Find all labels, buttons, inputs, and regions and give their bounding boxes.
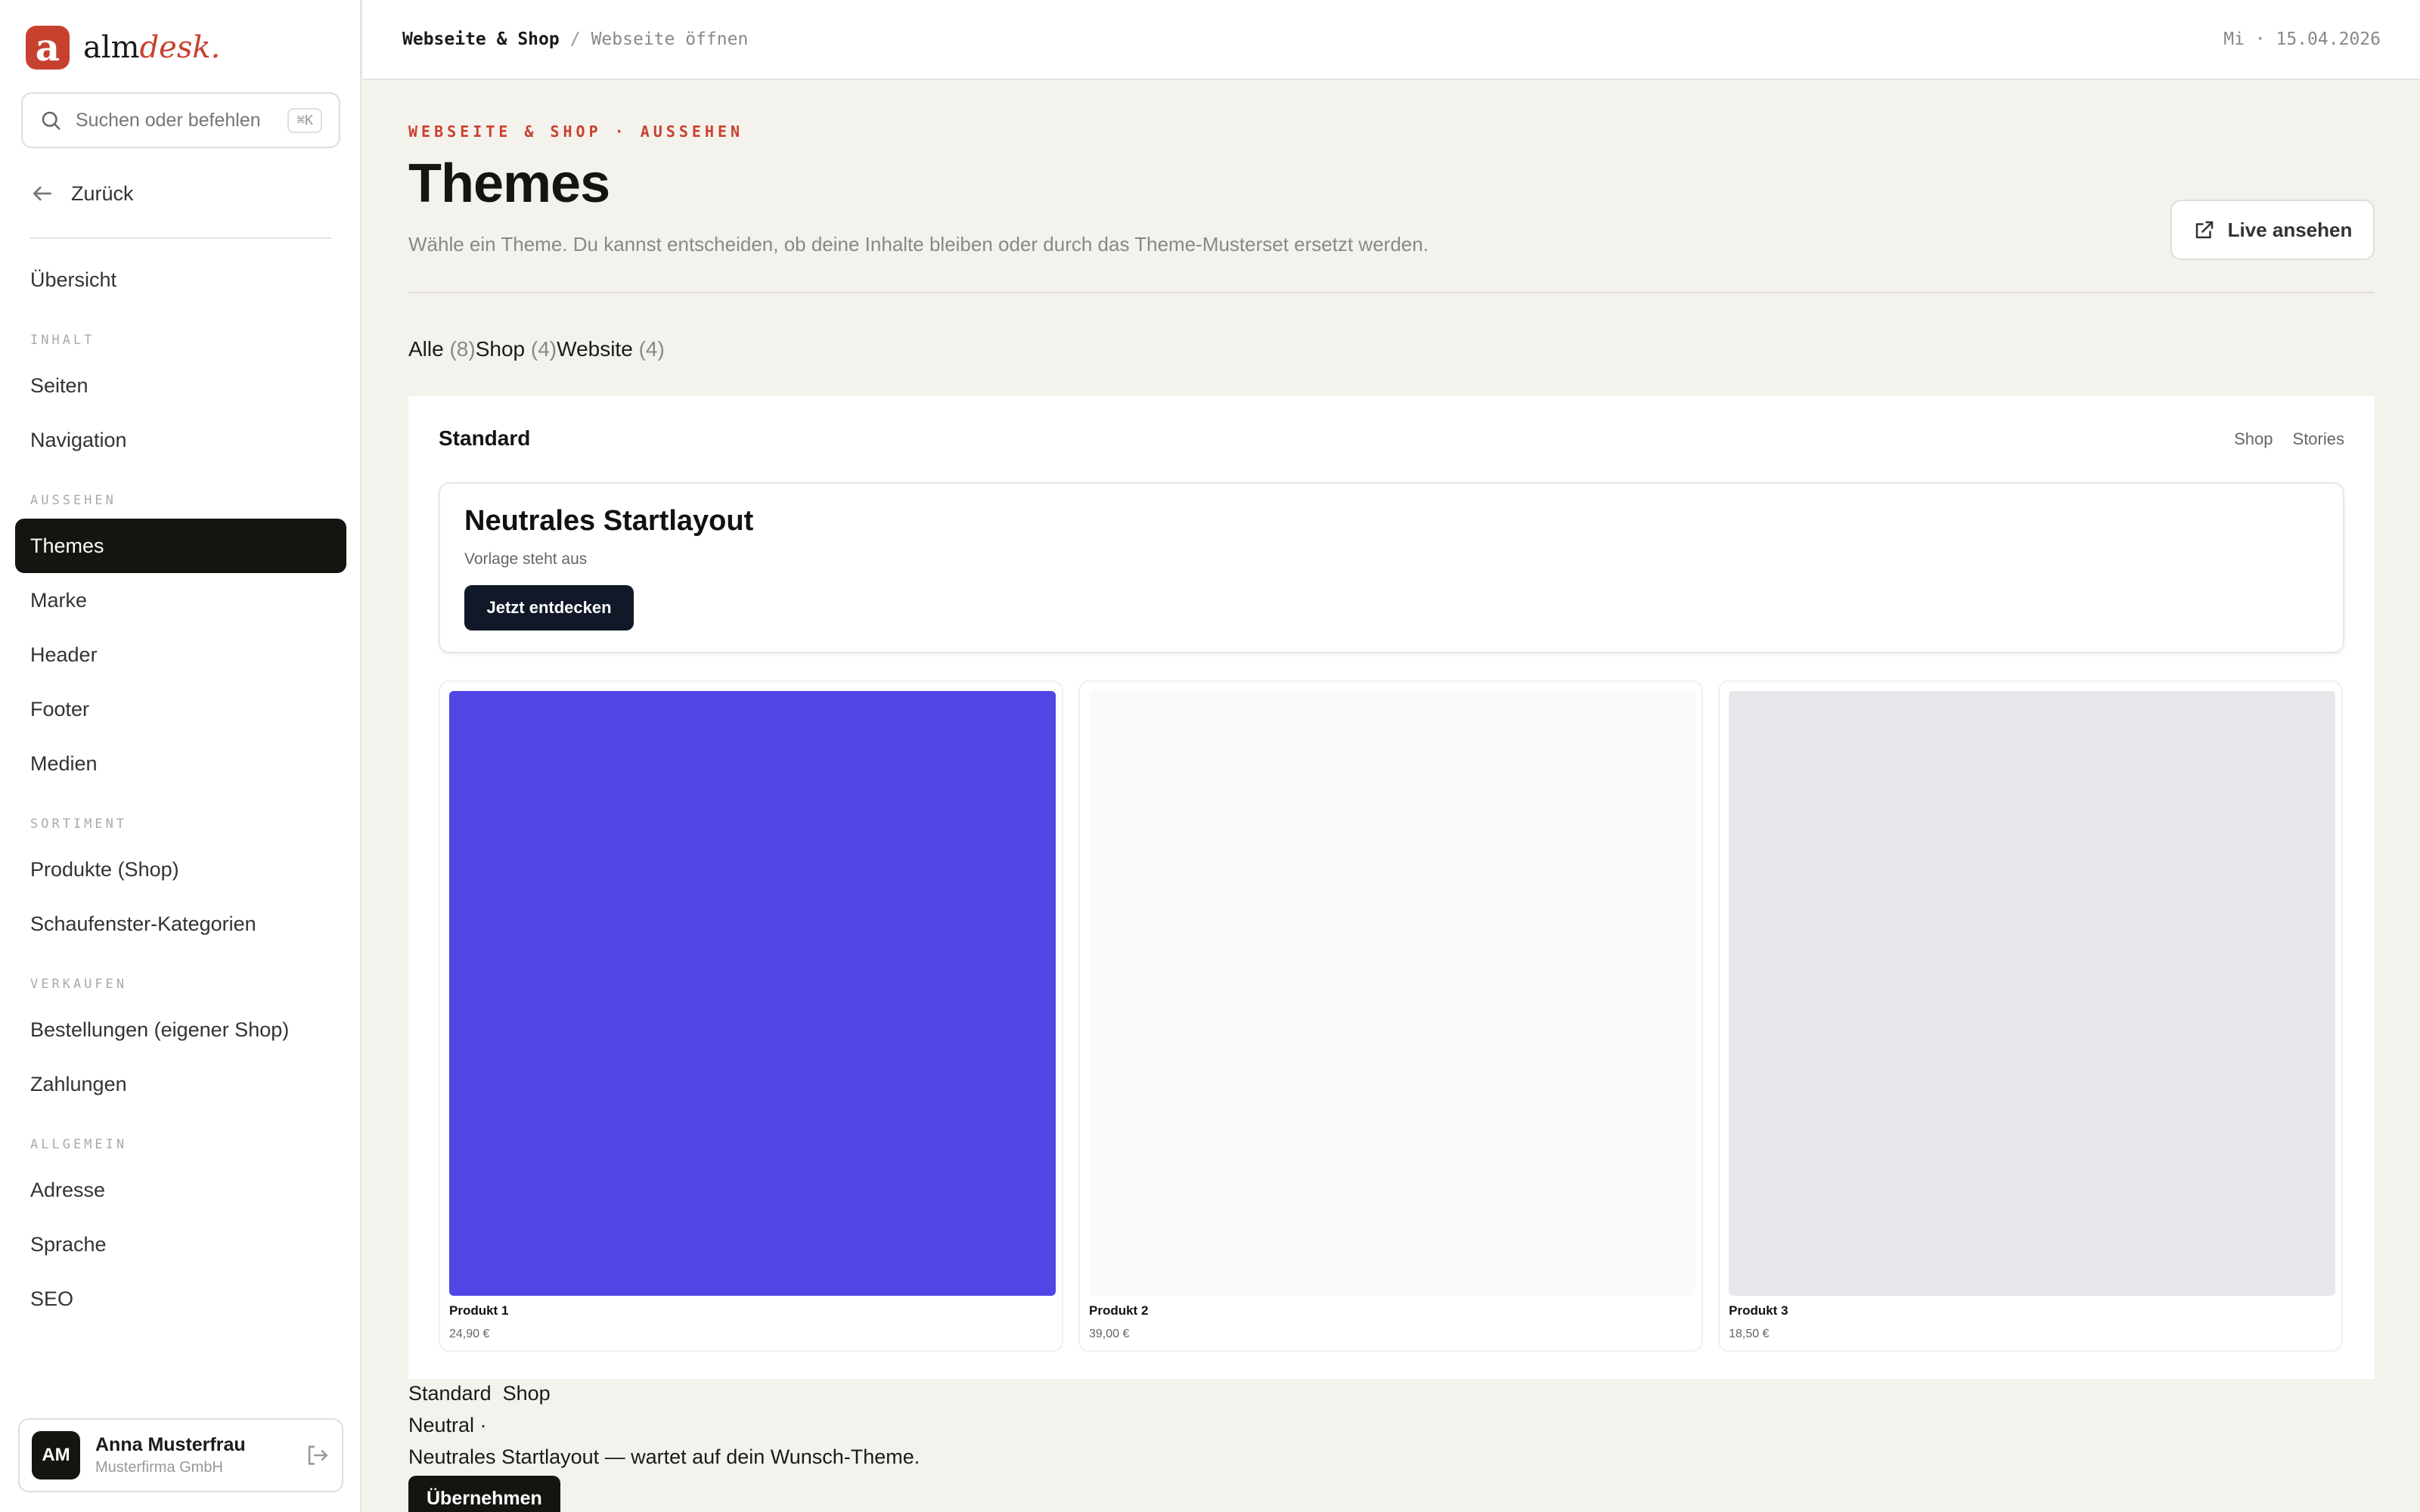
product-image (1729, 691, 2335, 1296)
sidebar-item-seiten[interactable]: Seiten (15, 358, 346, 413)
product-name: Produkt 3 (1729, 1303, 1789, 1318)
filter-tab-label: Shop (475, 337, 526, 361)
product-price: 24,90 € (449, 1328, 490, 1340)
product-card: Produkt 1 24,90 € (439, 680, 1063, 1352)
sidebar-nav: Übersicht INHALT Seiten Navigation AUSSE… (15, 253, 346, 1326)
page-description: Wähle ein Theme. Du kannst entscheiden, … (408, 233, 1429, 256)
theme-meta: Standard Shop Neutral · Neutrales Startl… (408, 1377, 920, 1512)
product-price: 18,50 € (1729, 1328, 1770, 1340)
theme-tag: Shop (502, 1382, 551, 1405)
sidebar-item-marke[interactable]: Marke (15, 573, 346, 627)
hero-subtitle: Vorlage steht aus (464, 550, 588, 568)
preview-products: Produkt 1 24,90 € Produkt 2 39,00 € Prod… (439, 680, 2344, 1352)
sidebar-item-footer[interactable]: Footer (15, 682, 346, 736)
preview-hero: Neutrales Startlayout Vorlage steht aus … (439, 482, 2344, 653)
topbar: Webseite & Shop / Webseite öffnen Mi · 1… (363, 0, 2420, 80)
theme-name: Standard (408, 1382, 492, 1405)
sidebar-item-header[interactable]: Header (15, 627, 346, 682)
logo-mark: a (26, 26, 70, 70)
product-image (1089, 691, 1696, 1296)
nav-section-verkaufen: VERKAUFEN (30, 977, 128, 992)
logout-icon[interactable] (304, 1442, 330, 1468)
sidebar-item-sprache[interactable]: Sprache (15, 1217, 346, 1272)
filter-tab-count: (4) (638, 337, 665, 361)
user-company: Musterfirma GmbH (95, 1459, 223, 1476)
product-name: Produkt 2 (1089, 1303, 1149, 1318)
sidebar-item-seo[interactable]: SEO (15, 1272, 346, 1326)
nav-section-sortiment: SORTIMENT (30, 816, 128, 832)
product-image (449, 691, 1056, 1296)
theme-description: Neutrales Startlayout — wartet auf dein … (408, 1445, 920, 1468)
preview-nav-item: Stories (2292, 429, 2344, 448)
filter-tabs: Alle (8) Shop (4) Website (4) (408, 337, 665, 361)
user-name: Anna Musterfrau (95, 1434, 246, 1455)
hero-title: Neutrales Startlayout (464, 505, 754, 537)
sidebar-item-adresse[interactable]: Adresse (15, 1163, 346, 1217)
logo-text-accent: desk. (139, 30, 221, 65)
breadcrumb-webseite-oeffnen[interactable]: Webseite öffnen (591, 29, 749, 49)
filter-tab-label: Website (557, 337, 633, 361)
theme-style: Neutral · (408, 1414, 487, 1436)
theme-name-row: Standard Shop (408, 1377, 920, 1409)
logo[interactable]: a almdesk. (26, 26, 220, 70)
user-card[interactable]: AM Anna Musterfrau Musterfirma GmbH (18, 1418, 343, 1492)
search-input[interactable]: Suchen oder befehlen ⌘K (21, 92, 340, 148)
filter-tab-count: (4) (530, 337, 557, 361)
nav-section-aussehen: AUSSEHEN (30, 493, 116, 508)
filter-tab-website[interactable]: Website (4) (557, 337, 665, 361)
preview-nav: Shop Stories (2234, 429, 2344, 449)
product-card: Produkt 2 39,00 € (1078, 680, 1703, 1352)
breadcrumb-separator: / (569, 29, 581, 49)
sidebar-item-schaufenster-kategorien[interactable]: Schaufenster-Kategorien (15, 897, 346, 951)
search-icon (42, 111, 60, 130)
sidebar-item-navigation[interactable]: Navigation (15, 413, 346, 467)
theme-preview[interactable]: Standard Shop Stories Neutrales Startlay… (408, 396, 2375, 1379)
product-card: Produkt 3 18,50 € (1718, 680, 2343, 1352)
filter-tab-alle[interactable]: Alle (8) (408, 337, 476, 361)
avatar: AM (32, 1431, 80, 1479)
user-info: Anna Musterfrau Musterfirma GmbH (95, 1434, 289, 1476)
arrow-left-icon (33, 186, 51, 201)
hero-cta-button: Jetzt entdecken (464, 585, 634, 631)
search-shortcut: ⌘K (287, 107, 322, 133)
sidebar: a almdesk. Suchen oder befehlen ⌘K Zurüc… (0, 0, 361, 1512)
filter-tab-label: Alle (408, 337, 444, 361)
sidebar-divider (30, 237, 331, 239)
search-placeholder: Suchen oder befehlen (76, 109, 261, 131)
sidebar-item-medien[interactable]: Medien (15, 736, 346, 791)
apply-theme-button[interactable]: Übernehmen (408, 1476, 560, 1512)
live-view-button[interactable]: Live ansehen (2170, 200, 2375, 260)
product-price: 39,00 € (1089, 1328, 1130, 1340)
filter-tab-shop[interactable]: Shop (4) (476, 337, 557, 361)
external-link-icon (2195, 221, 2213, 239)
preview-site-title: Standard (439, 426, 531, 450)
current-date: Mi · 15.04.2026 (2223, 29, 2381, 49)
page-title: Themes (408, 153, 610, 214)
sidebar-item-uebersicht[interactable]: Übersicht (15, 253, 346, 307)
page-eyebrow: WEBSEITE & SHOP · AUSSEHEN (408, 122, 744, 141)
back-link[interactable]: Zurück (30, 181, 134, 206)
nav-section-allgemein: ALLGEMEIN (30, 1137, 128, 1152)
live-view-label: Live ansehen (2227, 218, 2353, 241)
logo-text-main: alm (83, 30, 140, 65)
sidebar-item-produkte[interactable]: Produkte (Shop) (15, 842, 346, 897)
product-name: Produkt 1 (449, 1303, 509, 1318)
filter-tab-count: (8) (449, 337, 476, 361)
preview-nav-item: Shop (2234, 429, 2273, 448)
back-label: Zurück (71, 181, 134, 205)
sidebar-item-bestellungen[interactable]: Bestellungen (eigener Shop) (15, 1002, 346, 1057)
sidebar-item-themes[interactable]: Themes (15, 519, 346, 573)
nav-section-inhalt: INHALT (30, 333, 95, 348)
logo-text: almdesk. (83, 30, 220, 65)
breadcrumb-webseite-shop[interactable]: Webseite & Shop (402, 29, 560, 49)
header-divider (408, 292, 2375, 293)
sidebar-item-zahlungen[interactable]: Zahlungen (15, 1057, 346, 1111)
